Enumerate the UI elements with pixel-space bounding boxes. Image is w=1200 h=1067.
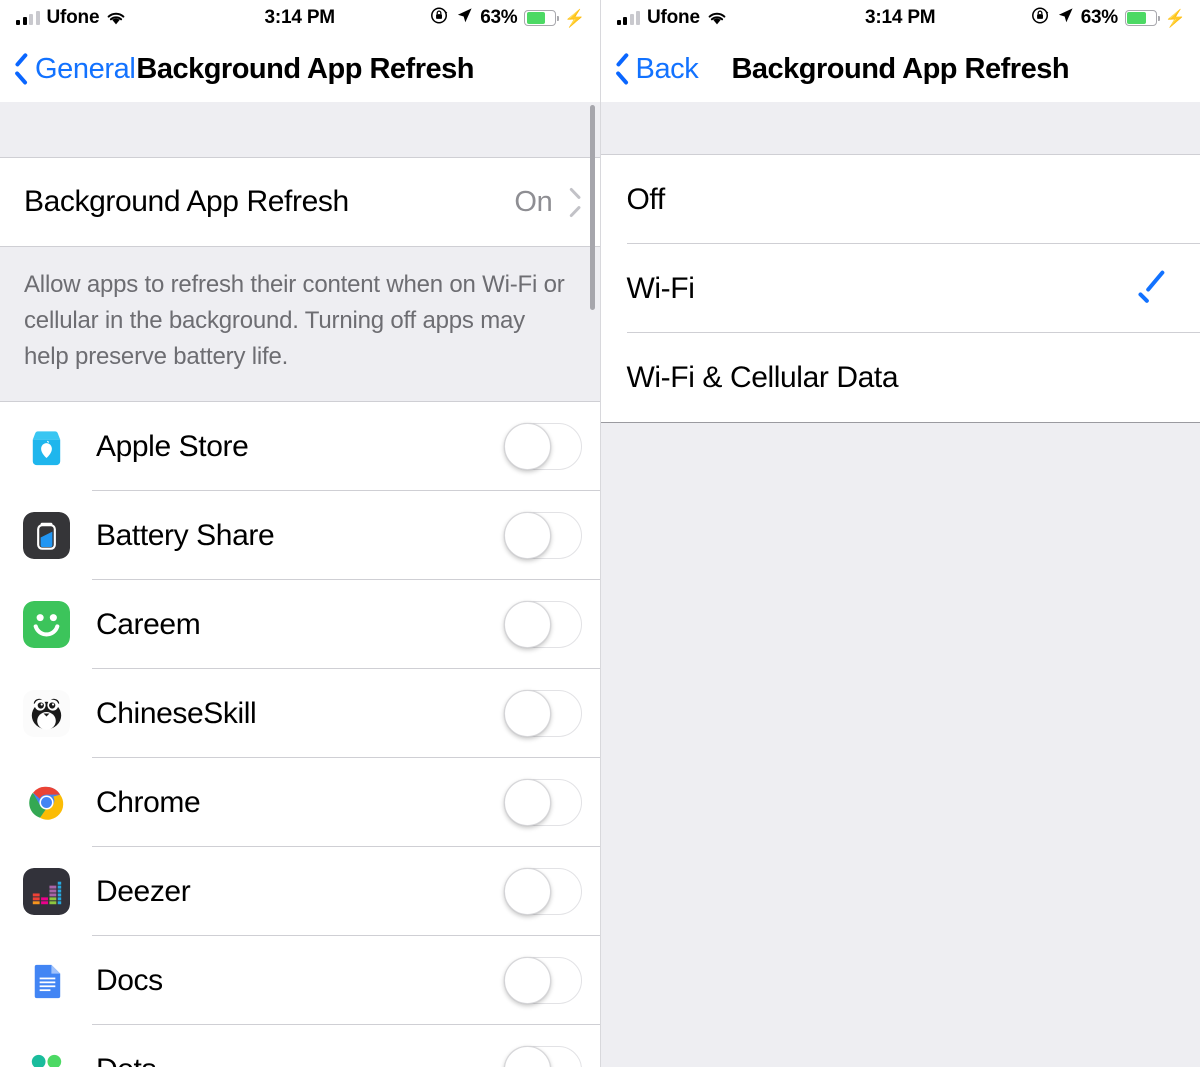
app-name: Careem xyxy=(96,607,201,641)
app-name: ChineseSkill xyxy=(96,696,257,730)
background-app-refresh-value: On xyxy=(514,185,553,218)
option-label: Wi-Fi xyxy=(626,271,695,305)
app-refresh-toggle[interactable] xyxy=(503,868,582,915)
status-bar-right: Ufone 3:14 PM 63% ⚡ xyxy=(600,0,1200,36)
background-app-refresh-label: Background App Refresh xyxy=(24,185,349,218)
app-row-deezer[interactable]: Deezer xyxy=(0,847,600,936)
app-name: Battery Share xyxy=(96,518,275,552)
chevron-right-icon xyxy=(569,190,582,214)
clock-label: 3:14 PM xyxy=(865,7,936,28)
app-refresh-toggle[interactable] xyxy=(503,957,582,1004)
navigation-bar-left: General Background App Refresh xyxy=(0,36,600,103)
app-name: Docs xyxy=(96,963,163,997)
right-screen: Ufone 3:14 PM 63% ⚡ Back Background App … xyxy=(600,0,1200,1067)
app-name: Apple Store xyxy=(96,429,249,463)
app-refresh-toggle[interactable] xyxy=(503,601,582,648)
background-app-refresh-row[interactable]: Background App Refresh On xyxy=(0,158,600,247)
app-row-docs[interactable]: Docs xyxy=(0,936,600,1025)
app-name: Chrome xyxy=(96,785,201,819)
clock-label: 3:14 PM xyxy=(264,7,336,28)
option-label: Wi-Fi & Cellular Data xyxy=(626,360,899,394)
app-row-dots[interactable]: Dots xyxy=(0,1025,600,1067)
checkmark-icon xyxy=(1138,274,1168,304)
app-name: Dots xyxy=(96,1053,156,1067)
vertical-scrollbar[interactable] xyxy=(589,105,595,310)
app-row-careem[interactable]: Careem xyxy=(0,580,600,669)
battery-icon xyxy=(1124,10,1160,26)
footnote-description: Allow apps to refresh their content when… xyxy=(0,247,600,402)
footnote-text: Allow apps to refresh their content when… xyxy=(24,271,565,370)
option-row-wifi-cellular[interactable]: Wi-Fi & Cellular Data xyxy=(601,333,1200,422)
app-refresh-toggle[interactable] xyxy=(503,423,582,470)
app-name: Deezer xyxy=(96,874,191,908)
options-scroll-area: Off Wi-Fi Wi-Fi & Cellular Data xyxy=(600,102,1200,1067)
page-title-right: Background App Refresh xyxy=(731,52,1070,85)
careem-icon xyxy=(23,601,70,648)
option-row-wifi[interactable]: Wi-Fi xyxy=(601,244,1200,333)
chevron-left-icon xyxy=(13,55,29,83)
apple-store-icon xyxy=(23,423,70,470)
app-refresh-toggle[interactable] xyxy=(503,779,582,826)
app-row-chrome[interactable]: Chrome xyxy=(0,758,600,847)
option-row-off[interactable]: Off xyxy=(601,155,1200,244)
docs-icon xyxy=(23,957,70,1004)
app-list: Apple Store Battery Share Careem Chinese… xyxy=(0,402,600,1067)
battery-share-icon xyxy=(23,512,70,559)
app-refresh-toggle[interactable] xyxy=(503,1046,582,1067)
back-button-general[interactable]: General xyxy=(0,52,136,86)
chrome-icon xyxy=(23,779,70,826)
left-screen: Ufone 3:14 PM 63% ⚡ General Background A… xyxy=(0,0,601,1067)
app-refresh-toggle[interactable] xyxy=(503,512,582,559)
refresh-option-list: Off Wi-Fi Wi-Fi & Cellular Data xyxy=(600,155,1200,423)
app-row-chineseskill[interactable]: ChineseSkill xyxy=(0,669,600,758)
dots-icon xyxy=(23,1046,70,1067)
battery-icon xyxy=(524,10,560,26)
app-row-apple-store[interactable]: Apple Store xyxy=(0,402,600,491)
app-refresh-toggle[interactable] xyxy=(503,690,582,737)
option-label: Off xyxy=(626,182,666,216)
navigation-bar-right: Back Background App Refresh xyxy=(600,36,1200,103)
settings-scroll-area-left[interactable]: Background App Refresh On Allow apps to … xyxy=(0,102,600,1067)
top-spacer-right xyxy=(600,102,1200,155)
app-row-battery-share[interactable]: Battery Share xyxy=(0,491,600,580)
back-button-label: General xyxy=(35,52,136,85)
top-spacer-left xyxy=(0,102,600,158)
dual-screenshot-container: Ufone 3:14 PM 63% ⚡ General Background A… xyxy=(0,0,1200,1067)
status-bar-left: Ufone 3:14 PM 63% ⚡ xyxy=(0,0,600,36)
chineseskill-icon xyxy=(23,690,70,737)
deezer-icon xyxy=(23,868,70,915)
page-title-left: Background App Refresh xyxy=(136,52,474,85)
